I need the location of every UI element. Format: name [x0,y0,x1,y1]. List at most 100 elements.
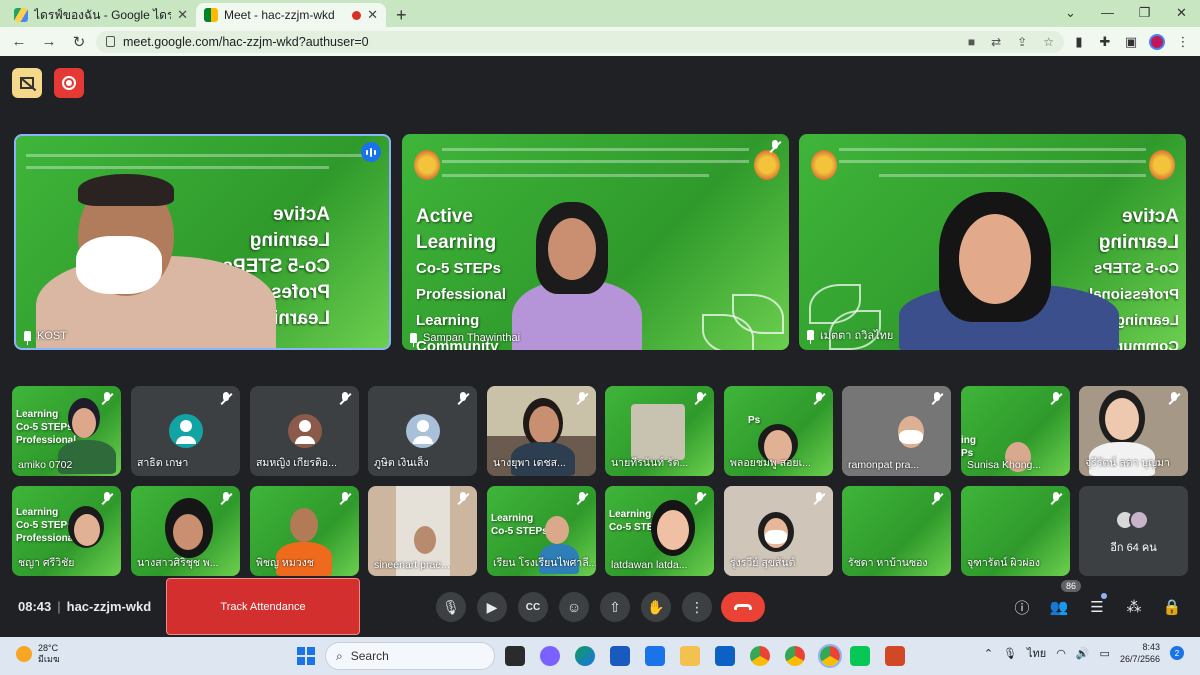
file-explorer-icon[interactable] [680,646,700,666]
participant-name: จุฑารัตน์ ผิวผ่อง [967,557,1040,569]
captions-icon[interactable]: CC [518,592,548,622]
bookmark-star-icon[interactable]: ☆ [1043,35,1054,49]
participant-tile[interactable]: Ps พลอยชมพู สอยเ... [724,386,833,476]
chrome-icon[interactable] [750,646,770,666]
side-panel-icon[interactable]: ▣ [1120,31,1142,53]
host-controls-icon[interactable]: 🔒 [1161,596,1183,618]
back-icon[interactable]: ← [6,30,32,54]
participant-tile[interactable]: ing Ps Sunisa Khong... [961,386,1070,476]
participant-video [631,404,685,460]
more-participants-tile[interactable]: อีก 64 คน [1079,486,1188,576]
participant-tile[interactable]: Learning Co-5 STEPs latdawan latda... [605,486,714,576]
present-icon[interactable]: ⇧ [600,592,630,622]
notification-badge[interactable]: 2 [1170,646,1184,660]
task-view-icon[interactable] [505,646,525,666]
featured-tile-kost[interactable]: Active Learning Co-5 STEPs Professional … [14,134,391,350]
track-attendance-button[interactable]: Track Attendance [166,578,360,635]
camera-permission-icon[interactable]: ■ [968,35,975,49]
participant-name: amiko 0702 [18,459,73,471]
chrome-active-icon[interactable] [818,644,842,668]
close-tab-icon[interactable]: ✕ [367,7,378,23]
minimize-icon[interactable]: — [1089,0,1126,25]
close-window-icon[interactable]: ✕ [1163,0,1200,25]
line-icon[interactable] [850,646,870,666]
participant-tile[interactable]: จุรีรัตน์ ลดา บุญมา [1079,386,1188,476]
pin-icon[interactable] [24,331,31,345]
extensions-puzzle-icon[interactable]: ✚ [1094,31,1116,53]
presentation-off-button[interactable] [12,68,42,98]
participant-tile[interactable]: รุ่งรวีย์ สุขสันต์ [724,486,833,576]
input-language[interactable]: ไทย [1027,644,1046,662]
participant-tile[interactable]: นางยุพา เดชส... [487,386,596,476]
volume-icon[interactable]: 🔊 [1076,647,1090,660]
tab-search-icon[interactable]: ⌄ [1052,0,1089,25]
more-icon[interactable]: ⋮ [682,592,712,622]
participant-tile[interactable]: นายทีรนันท์ รัต... [605,386,714,476]
participant-tile[interactable]: sineenart prae... [368,486,477,576]
school-logo [1149,150,1175,180]
window-controls: ⌄ — ❐ ✕ [1052,0,1200,25]
profile-avatar[interactable] [1146,31,1168,53]
windows-start-icon[interactable] [297,647,315,665]
chat-icon[interactable]: ☰ [1086,596,1108,618]
restore-icon[interactable]: ❐ [1126,0,1163,25]
close-tab-icon[interactable]: ✕ [177,7,188,23]
word-icon[interactable] [610,646,630,666]
launcher-icon[interactable] [645,646,665,666]
participant-tile[interactable]: นางสาวศิริชุช พ... [131,486,240,576]
participant-name: พิชญ หมวงช [256,557,314,569]
face [173,514,203,550]
avatar-stack [1115,510,1149,530]
featured-tile-metta[interactable]: Active Learning Co-5 STEPs Professional … [799,134,1186,350]
reload-icon[interactable]: ↻ [66,30,92,54]
wifi-icon[interactable]: ◠ [1056,647,1066,660]
participant-tile[interactable]: Learning Co-5 STEPs Professional amiko 070… [12,386,121,476]
people-icon[interactable]: 👥 [1048,596,1070,618]
powerpoint-icon[interactable] [885,646,905,666]
face [1105,398,1139,440]
featured-tile-sampan[interactable]: Active Learning Co-5 STEPs Professional … [402,134,789,350]
tab-drive[interactable]: ไดรฟ์ของฉัน - Google ไดรฟ์ ✕ [6,3,196,27]
participant-tile[interactable]: จุฑารัตน์ ผิวผ่อง [961,486,1070,576]
mic-off-icon [931,492,943,506]
participant-tile[interactable]: Learning Co-5 STEPs เรียน โรงเรียนไพศาลี.… [487,486,596,576]
participant-tile[interactable]: รัชดา หาบ้านซอง [842,486,951,576]
new-tab-button[interactable]: + [386,3,417,27]
translate-icon[interactable]: ⇄ [991,35,1001,49]
weather-widget[interactable]: 28°C มีเมฆ [16,643,60,665]
tab-meet[interactable]: Meet - hac-zzjm-wkd ✕ [196,3,386,27]
participant-tile[interactable]: ภูษิต เงินเส็ง [368,386,477,476]
activities-icon[interactable]: ⁂ [1123,596,1145,618]
pin-icon[interactable] [807,330,814,344]
participant-tile[interactable]: สมหญิง เกียรติอ... [250,386,359,476]
browser-menu-icon[interactable]: ⋮ [1172,31,1194,53]
taskbar-clock[interactable]: 8:43 26/7/2566 [1120,641,1160,665]
extension-icon[interactable]: ▮ [1068,31,1090,53]
edge-icon[interactable] [575,646,595,666]
end-call-icon[interactable] [721,592,765,622]
battery-icon[interactable]: ▭ [1100,647,1110,660]
info-icon[interactable]: ⓘ [1011,596,1033,618]
address-bar[interactable]: meet.google.com/hac-zzjm-wkd?authuser=0 … [96,30,1064,53]
participant-tile[interactable]: ramonpat pra... [842,386,951,476]
share-icon[interactable]: ⇪ [1017,35,1027,49]
raise-hand-icon[interactable]: ✋ [641,592,671,622]
recording-button[interactable] [54,68,84,98]
lock-icon[interactable] [106,36,115,47]
participant-tile[interactable]: พิชญ หมวงช [250,486,359,576]
chevron-up-icon[interactable]: ⌃ [984,647,993,660]
slide-banner [879,174,1146,177]
mic-icon[interactable]: 🎙 [436,592,466,622]
participant-tile[interactable]: Learning Co-5 STEPs Professional ชญา ศรีวิ… [12,486,121,576]
chrome-profile-icon[interactable] [785,646,805,666]
forward-icon[interactable]: → [36,30,62,54]
microphone-icon[interactable]: 🎙 [1003,647,1017,660]
pin-icon[interactable] [410,333,417,347]
teams-chat-icon[interactable] [540,646,560,666]
participant-tile[interactable]: สาธิต เกษา [131,386,240,476]
emoji-icon[interactable]: ☺ [559,592,589,622]
face-mask [899,430,923,444]
camera-icon[interactable]: ▶ [477,592,507,622]
taskbar-search[interactable]: ⌕ Search [325,642,495,670]
mail-icon[interactable] [715,646,735,666]
